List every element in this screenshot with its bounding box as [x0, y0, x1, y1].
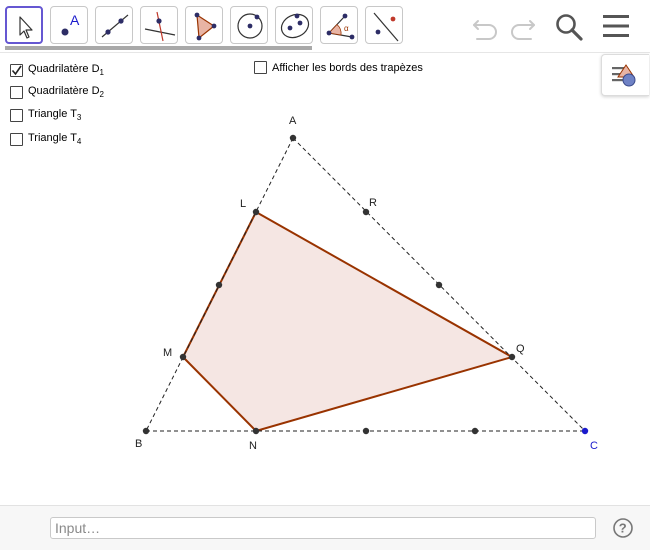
- point-r[interactable]: [362, 208, 370, 216]
- geometry-canvas[interactable]: A B C L M N Q R: [0, 0, 650, 505]
- label-r: R: [369, 197, 377, 209]
- help-icon[interactable]: ?: [612, 517, 634, 539]
- label-q: Q: [516, 343, 525, 355]
- point-a[interactable]: [289, 134, 297, 142]
- svg-text:?: ?: [619, 521, 627, 536]
- point-n[interactable]: [252, 427, 260, 435]
- point-ab-midpoint[interactable]: [215, 281, 223, 289]
- label-m: M: [163, 347, 172, 359]
- label-n: N: [249, 440, 257, 452]
- label-l: L: [240, 198, 246, 210]
- label-b: B: [135, 438, 142, 450]
- point-l[interactable]: [252, 208, 260, 216]
- algebra-input[interactable]: [50, 517, 596, 539]
- point-ac-third[interactable]: [435, 281, 443, 289]
- point-bc-middle[interactable]: [362, 427, 370, 435]
- label-a: A: [289, 115, 297, 127]
- quadrilateral-d1[interactable]: [181, 210, 515, 433]
- point-q[interactable]: [508, 353, 516, 361]
- point-c[interactable]: [581, 427, 589, 435]
- point-bc-third[interactable]: [471, 427, 479, 435]
- point-m[interactable]: [179, 353, 187, 361]
- point-b[interactable]: [142, 427, 150, 435]
- input-bar-container: ?: [0, 505, 650, 550]
- label-c: C: [590, 440, 598, 452]
